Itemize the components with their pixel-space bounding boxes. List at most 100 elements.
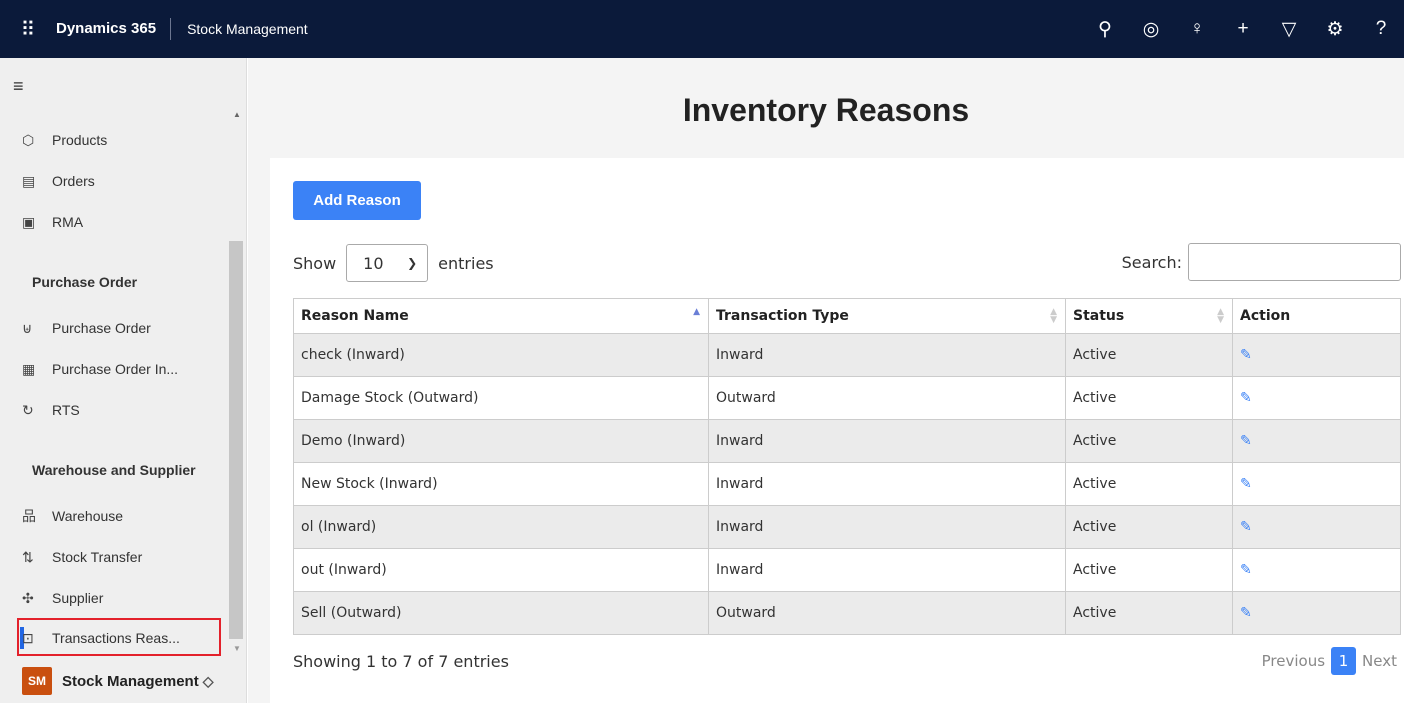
edit-icon[interactable]: ✎ xyxy=(1240,390,1252,406)
transactions-icon: ⊡ xyxy=(22,629,34,646)
brand-name[interactable]: Dynamics 365 xyxy=(56,18,172,40)
edit-icon[interactable]: ✎ xyxy=(1240,433,1252,449)
search-input[interactable] xyxy=(1188,243,1401,281)
cell-transaction-type: Outward xyxy=(708,376,1066,420)
cell-transaction-type: Inward xyxy=(708,333,1066,377)
target-icon[interactable]: ◎ xyxy=(1128,0,1174,58)
next-button[interactable]: Next xyxy=(1362,652,1397,670)
add-reason-button[interactable]: Add Reason xyxy=(293,181,421,220)
sidebar-item-purchase-order[interactable]: ⊎ Purchase Order xyxy=(22,314,151,342)
scroll-down-icon[interactable]: ▼ xyxy=(233,644,241,653)
content-panel: Add Reason Show 10 ❯ entries Search: Rea… xyxy=(270,158,1404,703)
edit-icon[interactable]: ✎ xyxy=(1240,347,1252,363)
sidebar-item-label: Transactions Reas... xyxy=(52,630,180,646)
table-row: Damage Stock (Outward) Outward Active ✎ xyxy=(293,376,1401,420)
sidebar-item-supplier[interactable]: ✣ Supplier xyxy=(22,584,103,612)
chevron-updown-icon: ◇ xyxy=(202,672,214,689)
sidebar-item-orders[interactable]: ▤ Orders xyxy=(22,167,95,195)
hamburger-icon[interactable]: ≡ xyxy=(13,76,24,97)
column-action: Action xyxy=(1232,298,1401,334)
cell-transaction-type: Inward xyxy=(708,548,1066,592)
section-purchase-order: Purchase Order xyxy=(32,274,138,290)
cell-action: ✎ xyxy=(1232,462,1401,506)
sidebar-item-products[interactable]: ⬡ Products xyxy=(22,126,107,154)
edit-icon[interactable]: ✎ xyxy=(1240,562,1252,578)
cell-reason-name: out (Inward) xyxy=(293,548,709,592)
filter-icon[interactable]: ▽ xyxy=(1266,0,1312,58)
table-row: New Stock (Inward) Inward Active ✎ xyxy=(293,462,1401,506)
area-badge: SM xyxy=(22,667,52,695)
sidebar-item-label: Products xyxy=(52,132,108,148)
purchase-icon: ⊎ xyxy=(22,319,33,336)
sidebar-item-rma[interactable]: ▣ RMA xyxy=(22,208,83,236)
cell-action: ✎ xyxy=(1232,591,1401,635)
area-label: Stock Management xyxy=(62,672,199,690)
main-content: Inventory Reasons Add Reason Show 10 ❯ e… xyxy=(248,58,1404,703)
search-label: Search: xyxy=(1121,252,1182,272)
return-icon: ↻ xyxy=(22,401,34,418)
cell-transaction-type: Inward xyxy=(708,462,1066,506)
sidebar-item-stock-transfer[interactable]: ⇅ Stock Transfer xyxy=(22,543,142,571)
cell-status: Active xyxy=(1065,548,1233,592)
column-status[interactable]: Status ▲ ▼ xyxy=(1065,298,1233,334)
edit-icon[interactable]: ✎ xyxy=(1240,519,1252,535)
chevron-down-icon: ❯ xyxy=(407,256,418,270)
help-icon[interactable]: ? xyxy=(1358,0,1404,58)
invoice-icon: ▦ xyxy=(22,360,36,377)
table-header-row: Reason Name ▲ Transaction Type ▲ ▼ Status ▲ ▼… xyxy=(293,298,1401,334)
top-icons: ⚲ ◎ ♀ + ▽ ⚙ ? xyxy=(1082,0,1404,58)
cell-status: Active xyxy=(1065,376,1233,420)
top-bar: ⠿ Dynamics 365 Stock Management ⚲ ◎ ♀ + … xyxy=(0,0,1404,58)
document-icon: ▤ xyxy=(22,172,36,189)
previous-button[interactable]: Previous xyxy=(1262,652,1325,670)
edit-icon[interactable]: ✎ xyxy=(1240,605,1252,621)
sidebar: ≡ ▲ ▼ ⬡ Products ▤ Orders ▣ RMA Purchase… xyxy=(0,58,247,703)
box-icon: ⬡ xyxy=(22,131,35,148)
sort-icon: ▲ ▼ xyxy=(1217,307,1224,325)
search-icon[interactable]: ⚲ xyxy=(1082,0,1128,58)
area-switcher[interactable]: SM Stock Management ◇ xyxy=(22,663,213,699)
pagination: Previous 1 Next xyxy=(1262,647,1397,675)
cell-status: Active xyxy=(1065,333,1233,377)
cell-action: ✎ xyxy=(1232,505,1401,549)
column-transaction-type[interactable]: Transaction Type ▲ ▼ xyxy=(708,298,1066,334)
page-title: Inventory Reasons xyxy=(682,92,970,128)
table-info: Showing 1 to 7 of 7 entries xyxy=(293,652,509,671)
cell-status: Active xyxy=(1065,505,1233,549)
sidebar-item-rts[interactable]: ↻ RTS xyxy=(22,396,80,424)
entries-select[interactable]: 10 ❯ xyxy=(346,244,429,282)
cell-reason-name: Demo (Inward) xyxy=(293,419,709,463)
gear-icon[interactable]: ⚙ xyxy=(1312,0,1358,58)
sidebar-item-label: Purchase Order xyxy=(52,320,151,336)
cell-reason-name: Damage Stock (Outward) xyxy=(293,376,709,420)
sidebar-item-label: Warehouse xyxy=(52,508,124,524)
supplier-icon: ✣ xyxy=(22,589,34,606)
edit-icon[interactable]: ✎ xyxy=(1240,476,1252,492)
table-row: ol (Inward) Inward Active ✎ xyxy=(293,505,1401,549)
cell-status: Active xyxy=(1065,419,1233,463)
entries-label: entries xyxy=(438,253,494,273)
sidebar-scrollbar[interactable] xyxy=(229,241,243,639)
plus-icon[interactable]: + xyxy=(1220,0,1266,58)
warehouse-icon: 品 xyxy=(22,508,36,524)
cell-transaction-type: Inward xyxy=(708,419,1066,463)
column-reason-name[interactable]: Reason Name ▲ xyxy=(293,298,709,334)
cell-action: ✎ xyxy=(1232,376,1401,420)
cell-transaction-type: Inward xyxy=(708,505,1066,549)
cell-status: Active xyxy=(1065,591,1233,635)
search-area: Search: xyxy=(1122,243,1401,281)
lightbulb-icon[interactable]: ♀ xyxy=(1174,0,1220,58)
sidebar-item-label: Stock Transfer xyxy=(52,549,143,565)
page-button-1[interactable]: 1 xyxy=(1331,647,1357,675)
cell-reason-name: check (Inward) xyxy=(293,333,709,377)
app-name[interactable]: Stock Management xyxy=(171,21,308,37)
sidebar-item-warehouse[interactable]: 品 Warehouse xyxy=(22,502,123,530)
sidebar-item-purchase-order-invoice[interactable]: ▦ Purchase Order In... xyxy=(22,355,178,383)
sidebar-item-transactions-reasons[interactable]: ⊡ Transactions Reas... xyxy=(22,624,180,652)
cell-reason-name: Sell (Outward) xyxy=(293,591,709,635)
app-launcher-icon[interactable]: ⠿ xyxy=(0,0,56,58)
entries-value: 10 xyxy=(363,253,384,273)
scroll-up-icon[interactable]: ▲ xyxy=(233,110,241,119)
cell-action: ✎ xyxy=(1232,548,1401,592)
cell-transaction-type: Outward xyxy=(708,591,1066,635)
